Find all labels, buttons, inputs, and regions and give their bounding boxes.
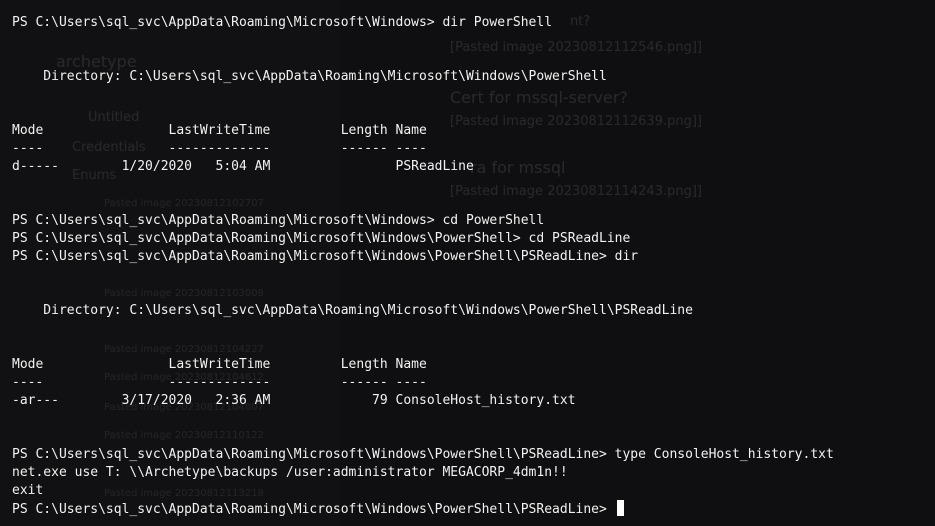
terminal-line: PS C:\Users\sql_svc\AppData\Roaming\Micr…: [12, 231, 631, 246]
terminal-line: ---- ------------- ------ ----: [12, 141, 427, 156]
terminal-line: Mode LastWriteTime Length Name: [12, 357, 427, 372]
terminal-line: net.exe use T: \\Archetype\backups /user…: [12, 465, 568, 480]
terminal-line: Mode LastWriteTime Length Name: [12, 123, 427, 138]
terminal-line: -ar--- 3/17/2020 2:36 AM 79 ConsoleHost_…: [12, 393, 576, 408]
terminal-line: Directory: C:\Users\sql_svc\AppData\Roam…: [12, 69, 607, 84]
terminal-prompt: PS C:\Users\sql_svc\AppData\Roaming\Micr…: [12, 502, 615, 517]
terminal-window[interactable]: archetype Untitled Credentials Enums Pas…: [0, 0, 935, 526]
terminal-line: ---- ------------- ------ ----: [12, 375, 427, 390]
terminal-prompt-line[interactable]: PS C:\Users\sql_svc\AppData\Roaming\Micr…: [12, 500, 834, 518]
terminal-line: exit: [12, 483, 44, 498]
terminal-output: PS C:\Users\sql_svc\AppData\Roaming\Micr…: [12, 14, 834, 518]
terminal-line: PS C:\Users\sql_svc\AppData\Roaming\Micr…: [12, 447, 834, 462]
terminal-line: PS C:\Users\sql_svc\AppData\Roaming\Micr…: [12, 213, 545, 228]
terminal-line: d----- 1/20/2020 5:04 AM PSReadLine: [12, 159, 474, 174]
terminal-cursor[interactable]: [616, 500, 624, 516]
terminal-line: Directory: C:\Users\sql_svc\AppData\Roam…: [12, 303, 693, 318]
terminal-line: PS C:\Users\sql_svc\AppData\Roaming\Micr…: [12, 15, 553, 30]
terminal-line: PS C:\Users\sql_svc\AppData\Roaming\Micr…: [12, 249, 639, 264]
